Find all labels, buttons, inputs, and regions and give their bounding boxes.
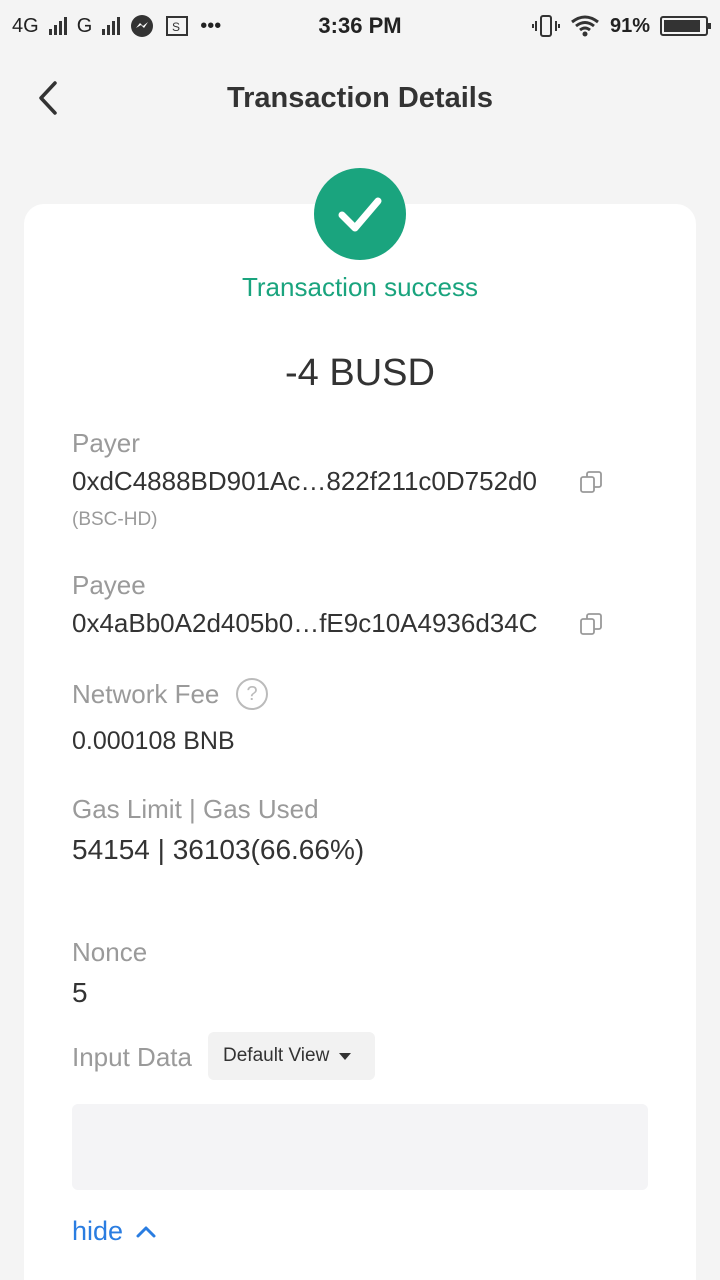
payee-address[interactable]: 0x4aBb0A2d405b0…fE9c10A4936d34C [72,608,538,639]
status-bar-right: 91% [531,14,711,38]
battery-percent: 91% [609,14,650,37]
network-fee-label: Network Fee [72,679,220,709]
transaction-status: Transaction success [241,272,479,302]
payee-label: Payee [72,570,146,600]
messenger-icon [131,15,154,37]
battery-icon [660,16,711,36]
status-bar: 4G G S ••• 3:36 PM 91% [0,0,720,52]
question-circle-icon[interactable]: ? [236,678,268,710]
more-notifications: ••• [200,14,222,37]
copy-icon[interactable] [579,470,603,494]
signal-strength-icon [48,17,67,35]
back-button[interactable] [28,76,68,120]
wifi-icon [571,15,599,37]
network-fee-value: 0.000108 BNB [72,727,235,755]
payer-wallet-name: (BSC-HD) [72,509,158,530]
copy-icon[interactable] [579,612,603,636]
vibrate-icon [531,15,560,37]
hide-label: hide [72,1216,124,1246]
input-view-value: Default View [223,1045,330,1066]
network-type-primary: 4G [12,14,39,37]
input-view-select[interactable]: Default View [208,1032,375,1080]
app-header: Transaction Details [0,52,720,144]
status-bar-left: 4G G S ••• [12,14,221,38]
transaction-amount: -4 BUSD [285,352,435,394]
screenshot-icon: S [166,16,189,36]
nonce-label: Nonce [72,937,148,967]
check-circle-icon [314,168,406,260]
chevron-left-icon [39,81,57,115]
input-data-box [72,1104,648,1190]
chevron-up-icon [136,1226,156,1237]
payer-address[interactable]: 0xdC4888BD901Ac…822f211c0D752d0 [72,466,537,497]
caret-down-icon [339,1052,352,1060]
page-title: Transaction Details [227,81,493,114]
network-type-secondary: G [76,14,93,37]
hide-toggle[interactable]: hide [72,1216,157,1247]
payer-label: Payer [72,428,140,458]
svg-text:S: S [172,20,180,34]
input-data-label: Input Data [72,1042,192,1072]
nonce-value: 5 [72,977,88,1008]
signal-strength-icon [102,17,121,35]
gas-value: 54154 | 36103(66.66%) [72,834,365,865]
gas-label: Gas Limit | Gas Used [72,794,319,824]
